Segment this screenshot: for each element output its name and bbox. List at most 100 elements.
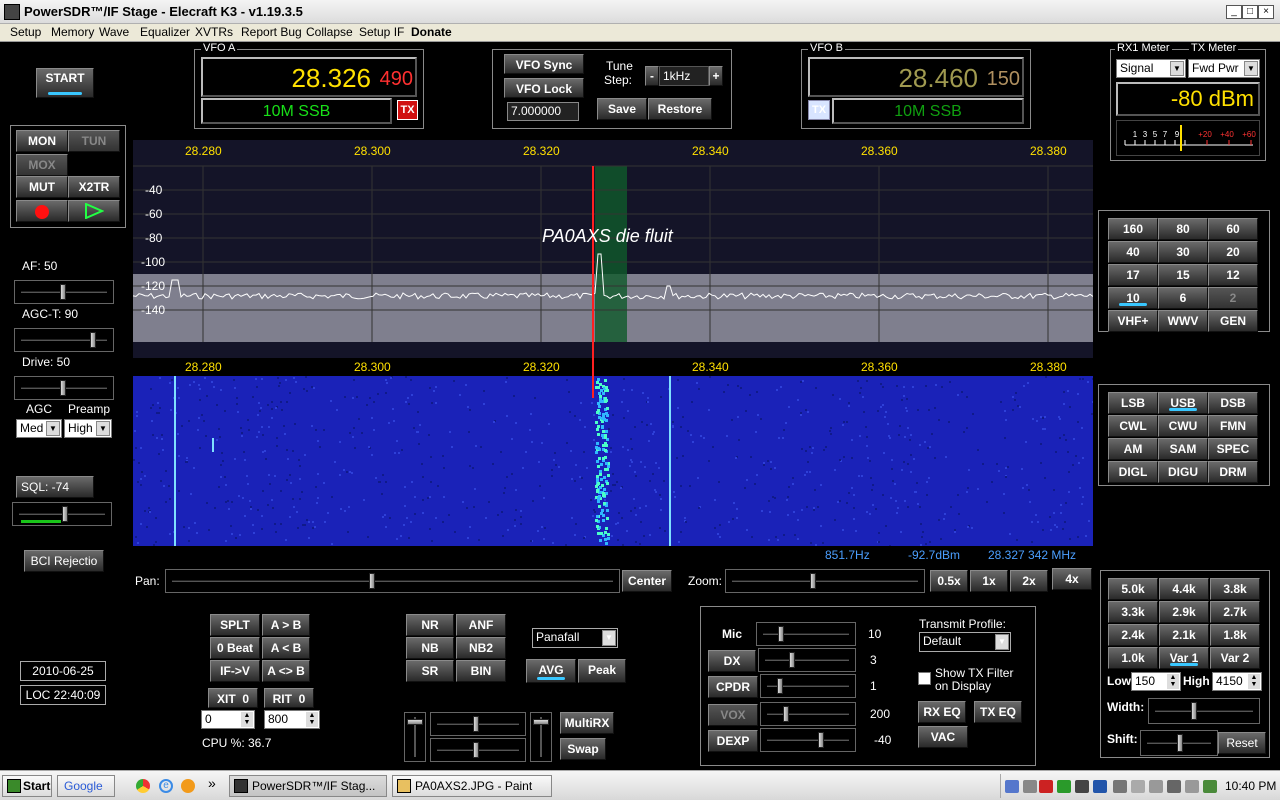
zoom-0.5x-button[interactable]: 0.5x bbox=[930, 570, 968, 592]
mode-button-cwl[interactable]: CWL bbox=[1108, 415, 1158, 437]
rit-input[interactable]: 800 ▲ ▼ bbox=[264, 710, 320, 729]
mic-thumb[interactable] bbox=[778, 626, 785, 642]
step-minus-button[interactable]: - bbox=[645, 66, 659, 86]
quick-launch-more-icon[interactable]: » bbox=[208, 775, 216, 791]
split-button[interactable]: SPLT bbox=[210, 614, 260, 636]
vfo-lock-button[interactable]: VFO Lock bbox=[504, 78, 584, 98]
taskbar-item-powersdr[interactable]: PowerSDR™/IF Stag... bbox=[229, 775, 387, 797]
band-button-wwv[interactable]: WWV bbox=[1158, 310, 1208, 332]
menu-setup-if[interactable]: Setup IF bbox=[359, 25, 404, 39]
filter-button-50k[interactable]: 5.0k bbox=[1108, 578, 1158, 600]
sr-button[interactable]: SR bbox=[406, 660, 454, 682]
usb-icon[interactable] bbox=[1149, 780, 1163, 793]
nb2-button[interactable]: NB2 bbox=[456, 637, 506, 659]
menu-collapse[interactable]: Collapse bbox=[306, 25, 353, 39]
sql-slider[interactable] bbox=[12, 502, 112, 526]
display-mode-select[interactable]: Panafall ▼ bbox=[532, 628, 618, 648]
vac-button[interactable]: VAC bbox=[918, 726, 968, 748]
peak-button[interactable]: Peak bbox=[578, 659, 626, 683]
filter-button-18k[interactable]: 1.8k bbox=[1210, 624, 1260, 646]
a-from-b-button[interactable]: A < B bbox=[262, 637, 310, 659]
nr-button[interactable]: NR bbox=[406, 614, 454, 636]
play-button[interactable] bbox=[68, 200, 120, 222]
zoom-1x-button[interactable]: 1x bbox=[970, 570, 1008, 592]
start-menu-button[interactable]: Start bbox=[2, 775, 52, 797]
if-to-v-button[interactable]: IF->V bbox=[210, 660, 260, 682]
mode-button-dsb[interactable]: DSB bbox=[1208, 392, 1258, 414]
vox-button[interactable]: VOX bbox=[708, 704, 758, 726]
mode-button-cwu[interactable]: CWU bbox=[1158, 415, 1208, 437]
step-plus-button[interactable]: + bbox=[709, 66, 723, 86]
chat-icon[interactable] bbox=[1131, 780, 1145, 793]
cpdr-thumb[interactable] bbox=[777, 678, 784, 694]
vfo-a-frequency[interactable]: 28.326 490 bbox=[201, 57, 417, 97]
anf-button[interactable]: ANF bbox=[456, 614, 506, 636]
menu-report-bug[interactable]: Report Bug bbox=[241, 25, 302, 39]
swap-button[interactable]: Swap bbox=[560, 738, 606, 760]
vfo-b-frequency[interactable]: 28.460 150 bbox=[808, 57, 1024, 97]
mode-button-digu[interactable]: DIGU bbox=[1158, 461, 1208, 483]
mode-button-sam[interactable]: SAM bbox=[1158, 438, 1208, 460]
firefox-icon[interactable] bbox=[181, 779, 195, 793]
af-slider[interactable] bbox=[14, 280, 114, 304]
transmit-profile-select[interactable]: Default ▼ bbox=[919, 632, 1011, 652]
record-button[interactable] bbox=[16, 200, 68, 222]
save-button[interactable]: Save bbox=[597, 98, 647, 120]
drive-thumb[interactable] bbox=[60, 380, 66, 396]
mon-button[interactable]: MON bbox=[16, 130, 68, 152]
multirx-vslider-1[interactable] bbox=[404, 712, 426, 762]
google-toolbar[interactable]: Google bbox=[57, 775, 115, 797]
app-tray-icon[interactable] bbox=[1203, 780, 1217, 793]
filter-button-var2[interactable]: Var 2 bbox=[1210, 647, 1260, 669]
band-button-15[interactable]: 15 bbox=[1158, 264, 1208, 286]
band-button-20[interactable]: 20 bbox=[1208, 241, 1258, 263]
width-thumb[interactable] bbox=[1191, 702, 1197, 720]
band-button-gen[interactable]: GEN bbox=[1208, 310, 1258, 332]
multirx-button[interactable]: MultiRX bbox=[560, 712, 614, 734]
vox-slider[interactable] bbox=[760, 702, 856, 726]
agc-select[interactable]: Med ▼ bbox=[16, 419, 62, 438]
xit-button[interactable]: XIT 0 bbox=[208, 688, 258, 708]
mic-slider[interactable] bbox=[756, 622, 856, 646]
filter-button-29k[interactable]: 2.9k bbox=[1159, 601, 1209, 623]
phone-icon[interactable] bbox=[1075, 780, 1089, 793]
dx-thumb[interactable] bbox=[788, 652, 795, 668]
monitor-icon[interactable] bbox=[1167, 780, 1181, 793]
spinner-icon[interactable]: ▲ ▼ bbox=[306, 712, 318, 727]
zero-beat-button[interactable]: 0 Beat bbox=[210, 637, 260, 659]
filter-button-var1[interactable]: Var 1 bbox=[1159, 647, 1209, 669]
filter-button-21k[interactable]: 2.1k bbox=[1159, 624, 1209, 646]
bci-rejection-button[interactable]: BCI Rejectio bbox=[24, 550, 104, 572]
ie-icon[interactable]: e bbox=[159, 779, 173, 793]
sql-thumb[interactable] bbox=[61, 506, 68, 522]
spinner-icon[interactable]: ▲ ▼ bbox=[1167, 674, 1179, 689]
tx-eq-button[interactable]: TX EQ bbox=[974, 701, 1022, 723]
battery-icon[interactable] bbox=[1113, 780, 1127, 793]
pan-slider[interactable] bbox=[165, 569, 620, 593]
volume-icon[interactable] bbox=[1185, 780, 1199, 793]
mut-button[interactable]: MUT bbox=[16, 176, 68, 198]
band-button-2[interactable]: 2 bbox=[1208, 287, 1258, 309]
mode-button-spec[interactable]: SPEC bbox=[1208, 438, 1258, 460]
mode-button-digl[interactable]: DIGL bbox=[1108, 461, 1158, 483]
filter-high-input[interactable]: 4150 ▲ ▼ bbox=[1212, 672, 1262, 691]
zoom-slider[interactable] bbox=[725, 569, 925, 593]
band-button-60[interactable]: 60 bbox=[1208, 218, 1258, 240]
a-to-b-button[interactable]: A > B bbox=[262, 614, 310, 636]
network-icon[interactable] bbox=[1005, 780, 1019, 793]
multirx-slider-2[interactable] bbox=[430, 738, 526, 762]
filter-button-38k[interactable]: 3.8k bbox=[1210, 578, 1260, 600]
taskbar-item-paint[interactable]: PA0AXS2.JPG - Paint bbox=[392, 775, 552, 797]
dexp-button[interactable]: DEXP bbox=[708, 730, 758, 752]
close-button[interactable]: × bbox=[1258, 5, 1274, 19]
menu-equalizer[interactable]: Equalizer bbox=[140, 25, 190, 39]
rx-eq-button[interactable]: RX EQ bbox=[918, 701, 966, 723]
chrome-icon[interactable] bbox=[136, 779, 150, 793]
mode-button-usb[interactable]: USB bbox=[1158, 392, 1208, 414]
x2tr-button[interactable]: X2TR bbox=[68, 176, 120, 198]
filter-low-input[interactable]: 150 ▲ ▼ bbox=[1131, 672, 1181, 691]
restore-button[interactable]: Restore bbox=[648, 98, 712, 120]
spinner-icon[interactable]: ▲ ▼ bbox=[241, 712, 253, 727]
menu-wave[interactable]: Wave bbox=[99, 25, 129, 39]
cpdr-button[interactable]: CPDR bbox=[708, 676, 758, 698]
